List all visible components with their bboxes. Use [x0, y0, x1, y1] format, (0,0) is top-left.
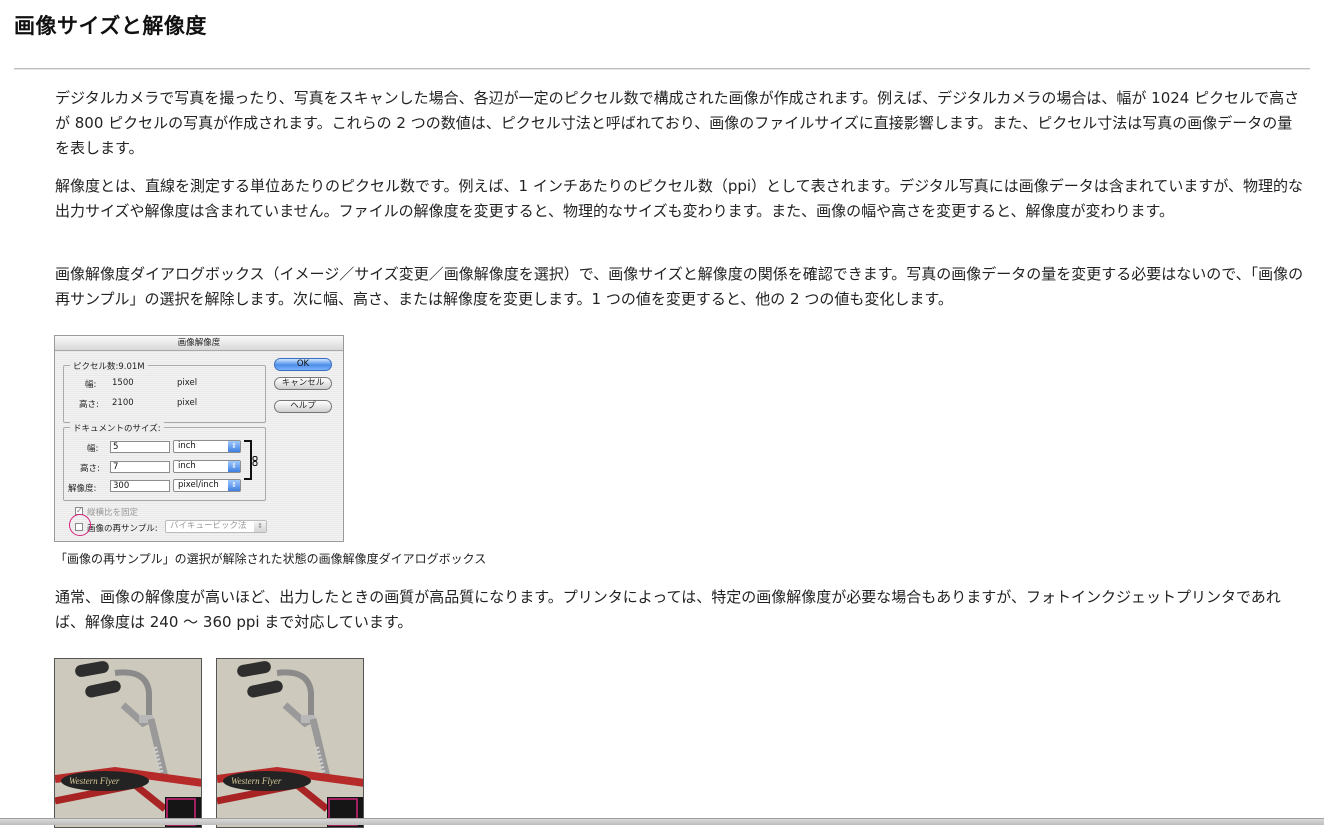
bicycle-illustration: Western Flyer [55, 659, 201, 827]
select-arrows-icon: ⇕ [254, 521, 266, 532]
doc-width-label: 幅: [87, 444, 99, 454]
doc-width-unit-select[interactable]: inch ⇕ [173, 440, 241, 453]
resample-method-select[interactable]: バイキュービック法 ⇕ [165, 520, 267, 533]
resample-method-value: バイキュービック法 [170, 521, 247, 531]
pixel-width-value: 1500 [112, 378, 134, 388]
highlight-circle [69, 514, 91, 536]
doc-height-label: 高さ: [80, 464, 100, 474]
constrain-proportions-label: 縦横比を固定 [87, 508, 139, 518]
help-button[interactable]: ヘルプ [274, 400, 332, 413]
proportion-link-bracket [244, 440, 252, 480]
ok-button[interactable]: OK [274, 358, 332, 371]
doc-resolution-label: 解像度: [68, 484, 97, 494]
doc-height-unit-select[interactable]: inch ⇕ [173, 460, 241, 473]
doc-resolution-input[interactable]: 300 [110, 480, 170, 492]
bicycle-illustration: Western Flyer [217, 659, 363, 827]
bicycle-photo-right: Western Flyer [216, 658, 364, 828]
doc-resolution-unit-value: pixel/inch [178, 480, 219, 490]
dialog-title: 画像解像度 [55, 336, 343, 351]
select-arrows-icon: ⇕ [228, 480, 240, 491]
select-arrows-icon: ⇕ [228, 441, 240, 452]
pixel-height-value: 2100 [112, 398, 134, 408]
pixel-height-label: 高さ: [79, 400, 99, 410]
cancel-button[interactable]: キャンセル [274, 377, 332, 390]
chain-link-icon [252, 456, 258, 466]
doc-width-unit-value: inch [178, 441, 196, 451]
doc-height-unit-value: inch [178, 461, 196, 471]
pixel-width-unit: pixel [177, 378, 198, 388]
bicycle-photo-left: Western Flyer [54, 658, 202, 828]
doc-resolution-unit-select[interactable]: pixel/inch ⇕ [173, 479, 241, 492]
pixel-dimensions-group: ピクセル数:9.01M [63, 360, 266, 423]
doc-width-input[interactable]: 5 [110, 441, 170, 453]
svg-text:Western Flyer: Western Flyer [231, 776, 282, 786]
paragraph-image-size-dialog: 画像解像度ダイアログボックス（イメージ／サイズ変更／画像解像度を選択）で、画像サ… [55, 265, 1304, 308]
paragraph-print-resolution: 通常、画像の解像度が高いほど、出力したときの画質が高品質になります。プリンタによ… [55, 588, 1281, 631]
resample-image-label: 画像の再サンプル: [87, 524, 158, 534]
pixel-width-label: 幅: [85, 380, 97, 390]
pixel-height-unit: pixel [177, 398, 198, 408]
document-size-legend: ドキュメントのサイズ: [70, 422, 164, 434]
title-divider [14, 68, 1310, 70]
paragraph-resolution: 解像度とは、直線を測定する単位あたりのピクセル数です。例えば、1 インチあたりの… [55, 177, 1304, 220]
doc-height-input[interactable]: 7 [110, 461, 170, 473]
image-size-dialog: 画像解像度 ピクセル数:9.01M 幅: 1500 pixel 高さ: 2100… [54, 335, 344, 542]
svg-text:Western Flyer: Western Flyer [69, 776, 120, 786]
select-arrows-icon: ⇕ [228, 461, 240, 472]
pixel-dimensions-legend: ピクセル数:9.01M [70, 360, 148, 372]
figure-caption: 「画像の再サンプル」の選択が解除された状態の画像解像度ダイアログボックス [55, 552, 487, 566]
paragraph-pixel-dimensions: デジタルカメラで写真を撮ったり、写真をスキャンした場合、各辺が一定のピクセル数で… [55, 89, 1300, 157]
page-title: 画像サイズと解像度 [14, 14, 207, 38]
